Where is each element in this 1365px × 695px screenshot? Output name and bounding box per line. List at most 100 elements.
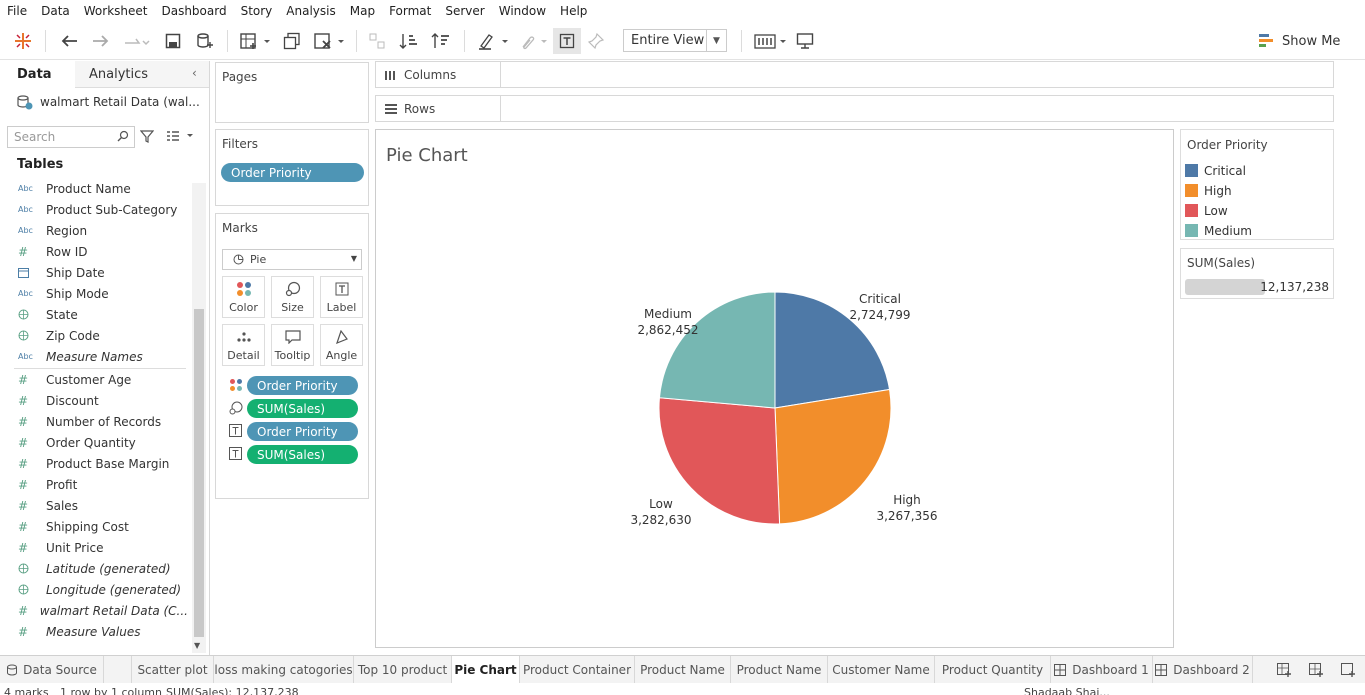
marks-color-button[interactable]: Color (222, 276, 265, 318)
field-dimension[interactable]: Ship Date (18, 262, 188, 283)
color-legend[interactable]: Order Priority Critical High Low Medium (1180, 129, 1334, 240)
field-measure[interactable]: # Customer Age (18, 369, 188, 390)
show-mark-labels-icon[interactable] (553, 28, 581, 54)
redo-icon[interactable] (88, 28, 114, 54)
field-dimension[interactable]: Abc Region (18, 220, 188, 241)
marks-angle-button[interactable]: Angle (320, 324, 363, 366)
field-measure[interactable]: # Unit Price (18, 537, 188, 558)
menu-story[interactable]: Story (234, 0, 280, 22)
columns-shelf[interactable]: Columns (375, 61, 1334, 88)
show-me-button[interactable]: Show Me (1258, 29, 1340, 53)
worksheet-view[interactable]: Pie Chart Critical 2,724,799 High 3,267,356… (375, 129, 1174, 648)
filters-card[interactable]: Filters Order Priority (215, 129, 369, 206)
marks-label-button[interactable]: Label (320, 276, 363, 318)
field-measure[interactable]: # walmart Retail Data (C... (18, 600, 188, 621)
replay-icon[interactable] (120, 28, 154, 54)
sheet-tab[interactable]: Pie Chart (452, 656, 520, 684)
fix-axes-icon[interactable] (584, 28, 608, 54)
tableau-logo-icon[interactable] (10, 28, 36, 54)
field-dimension[interactable]: Abc Product Sub-Category (18, 199, 188, 220)
menu-window[interactable]: Window (492, 0, 553, 22)
menu-data[interactable]: Data (34, 0, 77, 22)
field-dimension[interactable]: # Row ID (18, 241, 188, 262)
status-user[interactable]: Shadaab Shai... (1024, 686, 1110, 695)
menu-worksheet[interactable]: Worksheet (77, 0, 155, 22)
filter-pill-order-priority[interactable]: Order Priority (221, 163, 364, 182)
pages-card[interactable]: Pages (215, 62, 369, 123)
menu-dashboard[interactable]: Dashboard (154, 0, 233, 22)
tab-data-source[interactable]: Data Source (0, 656, 104, 684)
undo-icon[interactable] (56, 28, 82, 54)
field-dimension[interactable]: Abc Ship Mode (18, 283, 188, 304)
sheet-tab[interactable]: loss making catogories (214, 656, 354, 684)
marks-tooltip-button[interactable]: Tooltip (271, 324, 314, 366)
mark-type-dropdown[interactable]: Pie ▼ (222, 249, 362, 270)
sort-ascending-icon[interactable] (396, 28, 422, 54)
marks-detail-button[interactable]: Detail (222, 324, 265, 366)
sheet-tab[interactable]: Top 10 product (354, 656, 452, 684)
menu-map[interactable]: Map (343, 0, 382, 22)
new-datasource-icon[interactable] (192, 28, 218, 54)
sheet-tab[interactable]: Product Quantity (935, 656, 1051, 684)
field-list-scrollbar[interactable]: ▼ (192, 183, 206, 653)
field-measure[interactable]: Longitude (generated) (18, 579, 188, 600)
new-worksheet-icon[interactable] (236, 28, 274, 54)
marks-pill-label-sum-sales[interactable]: SUM(Sales) (247, 445, 358, 464)
sheet-tab[interactable]: Product Container (520, 656, 635, 684)
swap-icon[interactable] (364, 28, 390, 54)
scroll-down-icon[interactable]: ▼ (194, 641, 200, 650)
scrollbar-thumb[interactable] (194, 309, 204, 637)
sort-descending-icon[interactable] (428, 28, 454, 54)
field-measure[interactable]: # Shipping Cost (18, 516, 188, 537)
datasource-item[interactable]: walmart Retail Data (wal... (16, 92, 200, 112)
field-dimension[interactable]: State (18, 304, 188, 325)
marks-pill-label-order-priority[interactable]: Order Priority (247, 422, 358, 441)
field-measure[interactable]: # Profit (18, 474, 188, 495)
group-members-icon[interactable] (514, 28, 550, 54)
field-measure[interactable]: # Order Quantity (18, 432, 188, 453)
collapse-pane-icon[interactable]: ‹ (192, 66, 197, 80)
sheet-tab[interactable]: Dashboard 1 (1051, 656, 1153, 684)
menu-help[interactable]: Help (553, 0, 594, 22)
save-icon[interactable] (161, 28, 185, 54)
field-measure[interactable]: # Discount (18, 390, 188, 411)
menu-file[interactable]: File (0, 0, 34, 22)
sheet-tab[interactable]: Product Name (635, 656, 731, 684)
legend-item[interactable]: Low (1185, 201, 1330, 220)
field-search-input[interactable]: Search (7, 126, 135, 148)
marks-size-button[interactable]: Size (271, 276, 314, 318)
highlight-icon[interactable] (474, 28, 512, 54)
rows-shelf[interactable]: Rows (375, 95, 1334, 122)
legend-item[interactable]: High (1185, 181, 1330, 200)
field-measure[interactable]: Latitude (generated) (18, 558, 188, 579)
legend-item[interactable]: Critical (1185, 161, 1330, 180)
sheet-tab[interactable]: Product Name (731, 656, 828, 684)
tab-analytics[interactable]: Analytics (75, 61, 175, 88)
size-legend[interactable]: SUM(Sales) 12,137,238 (1180, 248, 1334, 299)
fit-view-dropdown[interactable]: Entire View ▼ (623, 29, 727, 52)
sheet-tab[interactable]: Customer Name (828, 656, 935, 684)
menu-analysis[interactable]: Analysis (279, 0, 342, 22)
pie-chart[interactable] (376, 130, 1173, 647)
clear-sheet-icon[interactable] (310, 28, 348, 54)
filter-fields-icon[interactable] (139, 129, 155, 146)
field-measure[interactable]: # Number of Records (18, 411, 188, 432)
tab-data[interactable]: Data (0, 61, 75, 88)
view-options-icon[interactable] (166, 130, 194, 145)
new-story-tab-icon[interactable] (1340, 662, 1358, 681)
marks-pill-size-sum-sales[interactable]: SUM(Sales) (247, 399, 358, 418)
show-cards-icon[interactable] (750, 28, 790, 54)
field-measure[interactable]: # Product Base Margin (18, 453, 188, 474)
sheet-tab[interactable]: Dashboard 2 (1153, 656, 1253, 684)
duplicate-sheet-icon[interactable] (279, 28, 305, 54)
menu-server[interactable]: Server (438, 0, 491, 22)
marks-pill-color-order-priority[interactable]: Order Priority (247, 376, 358, 395)
menu-format[interactable]: Format (382, 0, 438, 22)
field-measure[interactable]: # Sales (18, 495, 188, 516)
field-measure[interactable]: # Measure Values (18, 621, 188, 642)
field-dimension[interactable]: Abc Product Name (18, 178, 188, 199)
presentation-mode-icon[interactable] (792, 28, 818, 54)
field-dimension[interactable]: Zip Code (18, 325, 188, 346)
field-dimension[interactable]: Abc Measure Names (18, 346, 188, 367)
new-worksheet-tab-icon[interactable] (1276, 662, 1294, 681)
